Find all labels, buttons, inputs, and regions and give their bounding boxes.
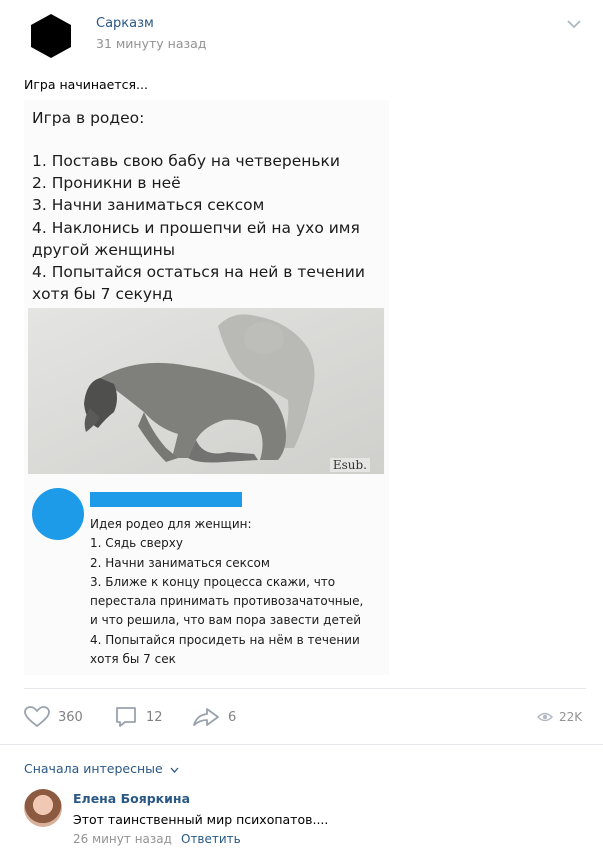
comment-count: 12: [146, 709, 163, 725]
comment-icon: [116, 707, 136, 727]
tweet-line: 3. Ближе к концу процесса скажи, что: [90, 574, 336, 589]
like-count: 360: [58, 709, 83, 725]
meme-photo: Esub.: [28, 308, 384, 474]
tweet-text: Идея родео для женщин: 1. Сядь сверху 2.…: [90, 515, 389, 669]
tweet-line: 1. Сядь сверху: [90, 536, 183, 551]
figure-illustration: [28, 308, 384, 474]
heart-icon: [24, 706, 50, 728]
comments-sort-label: Сначала интересные: [24, 761, 163, 776]
meme-rules: 1. Поставь свою бабу на четвереньки 2. П…: [32, 150, 372, 305]
tweet-line: перестала принимать противозачаточные,: [90, 594, 364, 609]
views-count: 22K: [559, 710, 583, 724]
tweet-avatar: [32, 488, 84, 540]
meme-title: Игра в родео:: [32, 109, 145, 127]
chevron-down-icon: [170, 767, 179, 773]
tweet-name-bar: [90, 492, 242, 507]
group-name-link[interactable]: Сарказм: [96, 16, 154, 31]
post-time[interactable]: 31 минуту назад: [96, 36, 206, 51]
meme-rule-line: хотя бы 7 секунд: [32, 285, 173, 304]
eye-icon: [537, 712, 553, 722]
reply-button[interactable]: Ответить: [181, 832, 241, 846]
photo-signature: Esub.: [329, 458, 370, 472]
like-button[interactable]: 360: [24, 705, 83, 729]
meme-rule-line: 1. Поставь свою бабу на четвереньки: [32, 152, 340, 170]
post-text: Игра начинается...: [24, 77, 148, 92]
meme-rule-line: 4. Наклонись и прошепчи ей на ухо имя: [32, 218, 360, 237]
comments-sort-dropdown[interactable]: Сначала интересные: [24, 761, 179, 776]
meme-rule-line: другой женщины: [32, 240, 176, 259]
share-button[interactable]: 6: [192, 705, 236, 729]
comment-button[interactable]: 12: [114, 705, 163, 729]
meme-rule-line: 2. Проникни в неё: [32, 174, 181, 193]
tweet-line: 4. Попытайся просидеть на нём в течении: [90, 632, 360, 647]
divider: [0, 744, 603, 745]
comment-avatar[interactable]: [24, 789, 62, 827]
share-arrow-icon: [193, 708, 219, 726]
comment-time[interactable]: 26 минут назад: [73, 832, 172, 846]
share-count: 6: [228, 709, 237, 725]
tweet-line: хотя бы 7 сек: [90, 652, 176, 667]
divider: [24, 688, 586, 689]
meme-rule-line: 4. Попытайся остаться на ней в течении: [32, 263, 365, 282]
tweet-title: Идея родео для женщин:: [90, 517, 252, 531]
tweet-line: 2. Начни заниматься сексом: [90, 555, 270, 570]
comment-author-link[interactable]: Елена Бояркина: [73, 791, 190, 806]
meme-rule-line: 3. Начни заниматься сексом: [32, 196, 265, 215]
tweet-line: и что решила, что вам пора завести детей: [90, 613, 362, 628]
views-counter: 22K: [537, 705, 582, 729]
post-image[interactable]: Игра в родео: 1. Поставь свою бабу на че…: [24, 100, 389, 675]
comment-text: Этот таинственный мир психопатов....: [73, 812, 329, 827]
chevron-down-icon[interactable]: [566, 18, 582, 30]
group-avatar[interactable]: [31, 14, 71, 58]
